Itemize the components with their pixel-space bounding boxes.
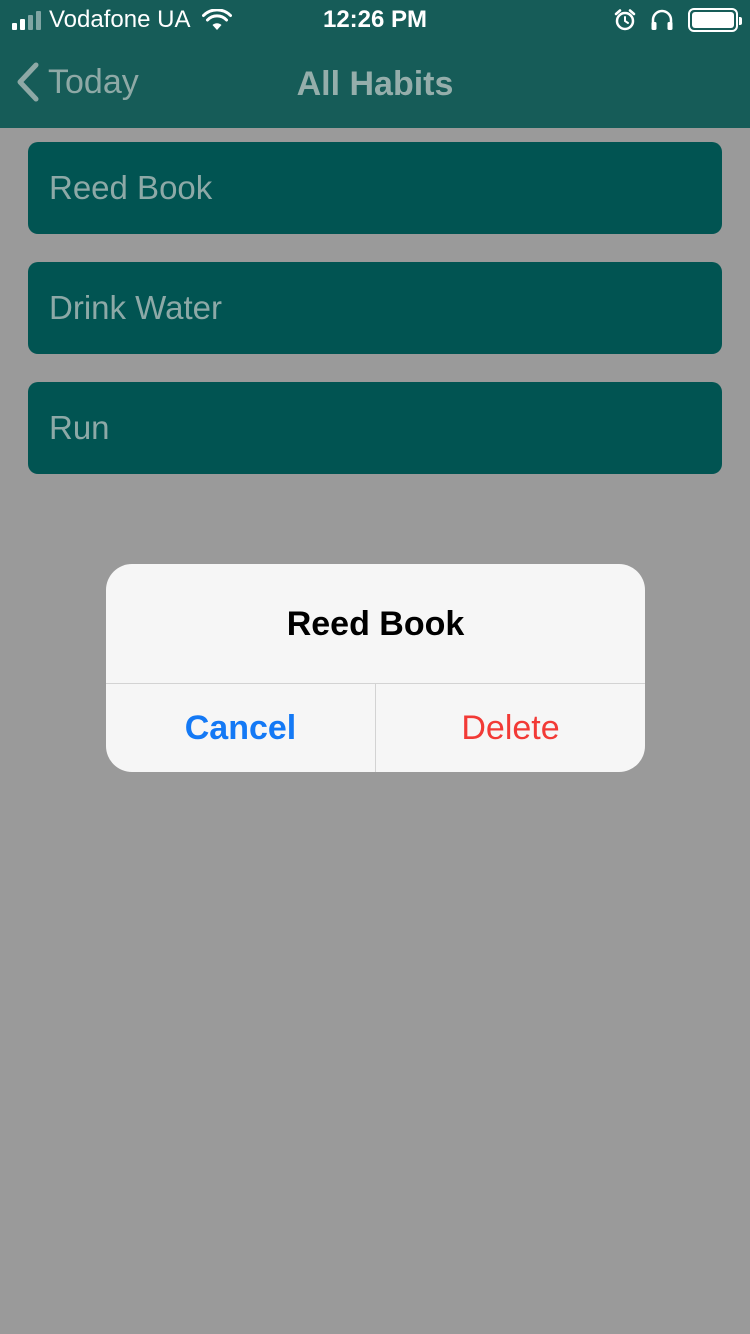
habit-item[interactable]: Run: [28, 382, 722, 474]
status-right: [614, 8, 742, 32]
habit-list: Reed Book Drink Water Run: [28, 142, 722, 502]
habit-item[interactable]: Reed Book: [28, 142, 722, 234]
top-bar: Vodafone UA 12:26 PM Today All Habits: [0, 0, 750, 128]
battery-icon: [688, 8, 742, 32]
page-title: All Habits: [296, 65, 454, 103]
habit-label: Drink Water: [49, 289, 222, 326]
habit-label: Run: [49, 409, 110, 446]
alarm-clock-icon: [614, 9, 636, 31]
delete-alert-dialog: Reed Book Cancel Delete: [106, 564, 645, 772]
habit-item[interactable]: Drink Water: [28, 262, 722, 354]
status-bar: Vodafone UA 12:26 PM: [0, 0, 750, 40]
alert-actions: Cancel Delete: [106, 684, 645, 772]
headphones-icon: [651, 9, 673, 30]
alert-title: Reed Book: [286, 605, 465, 643]
delete-button[interactable]: Delete: [376, 684, 645, 772]
habit-label: Reed Book: [49, 169, 213, 206]
navigation-bar: Today All Habits: [0, 40, 750, 128]
cancel-button[interactable]: Cancel: [106, 684, 376, 772]
